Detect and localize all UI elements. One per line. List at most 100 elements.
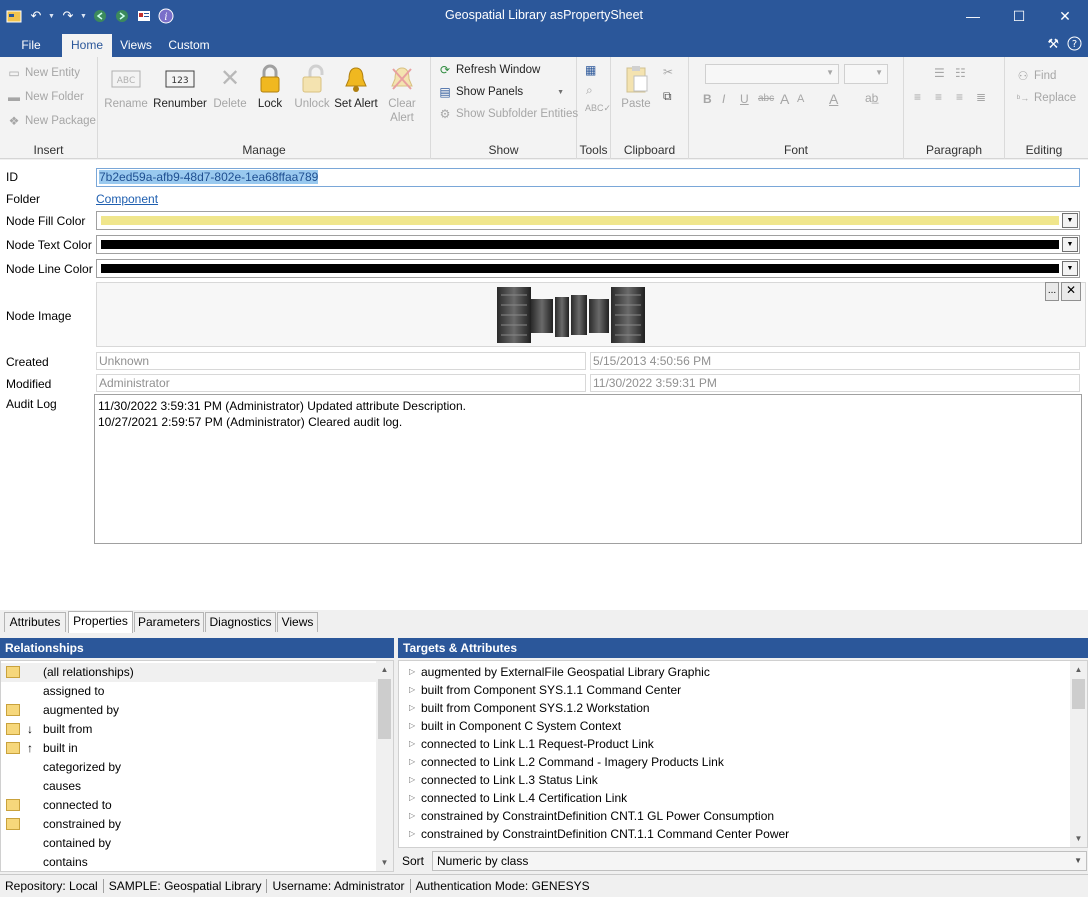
relationship-item[interactable]: connected to	[1, 796, 377, 815]
new-folder-button[interactable]: ▬ New Folder	[6, 86, 84, 108]
paste-button[interactable]: Paste	[613, 63, 659, 111]
shrink-font-button[interactable]: A	[797, 93, 804, 105]
image-clear-button[interactable]: ✕	[1061, 282, 1081, 301]
search-icon[interactable]: ⌕	[586, 83, 593, 98]
expand-icon[interactable]: ▷	[409, 663, 415, 681]
spellcheck-icon[interactable]: ABC✓	[585, 103, 611, 114]
expand-icon[interactable]: ▷	[409, 771, 415, 789]
tab-home[interactable]: Home	[62, 34, 112, 57]
replace-button[interactable]: ᵇ→ Replace	[1015, 87, 1076, 109]
align-center-icon[interactable]: ≡	[935, 90, 942, 104]
relationship-item[interactable]: assigned to	[1, 682, 377, 701]
relationships-scrollbar[interactable]: ▲ ▼	[376, 661, 393, 871]
undo-dropdown-icon[interactable]: ▼	[48, 13, 56, 20]
scroll-up-icon[interactable]: ▲	[376, 661, 393, 678]
expand-icon[interactable]: ▷	[409, 753, 415, 771]
expand-icon[interactable]: ▷	[409, 735, 415, 753]
maximize-button[interactable]: ☐	[996, 0, 1042, 32]
italic-button[interactable]: I	[722, 92, 725, 106]
scroll-down-icon[interactable]: ▼	[376, 854, 393, 871]
tab-attributes[interactable]: Attributes	[4, 612, 66, 632]
sort-dropdown[interactable]: Numeric by class ▼	[432, 851, 1087, 871]
expand-icon[interactable]: ▷	[409, 717, 415, 735]
relationship-item[interactable]: constrained by	[1, 815, 377, 834]
audit-log-textarea[interactable]: 11/30/2022 3:59:31 PM (Administrator) Up…	[94, 394, 1082, 544]
relationship-item[interactable]: augmented by	[1, 701, 377, 720]
chevron-down-icon[interactable]: ▼	[1062, 237, 1078, 252]
find-button[interactable]: ⚇ Find	[1015, 65, 1057, 87]
image-browse-button[interactable]: ...	[1045, 282, 1059, 301]
node-image-box[interactable]	[96, 282, 1086, 347]
justify-icon[interactable]: ≣	[976, 90, 986, 104]
tab-views[interactable]: Views	[277, 612, 318, 632]
set-alert-button[interactable]: Set Alert	[330, 63, 382, 111]
tab-properties[interactable]: Properties	[68, 611, 133, 633]
redo-dropdown-icon[interactable]: ▼	[80, 13, 88, 20]
help-circle-icon[interactable]: ?	[1067, 36, 1082, 54]
undo-icon[interactable]: ↶	[26, 6, 46, 26]
relationship-item[interactable]: contains	[1, 853, 377, 871]
tab-views[interactable]: Views	[114, 34, 158, 57]
back-icon[interactable]	[90, 6, 110, 26]
cut-icon[interactable]: ✂	[663, 65, 673, 79]
new-package-button[interactable]: ❖ New Package	[6, 110, 96, 132]
relationship-item[interactable]: (all relationships)	[1, 663, 377, 682]
node-fill-color-picker[interactable]: ▼	[96, 211, 1080, 230]
show-subfolder-entities-button[interactable]: ⚙ Show Subfolder Entities	[437, 103, 579, 125]
forward-icon[interactable]	[112, 6, 132, 26]
expand-icon[interactable]: ▷	[409, 699, 415, 717]
expand-icon[interactable]: ▷	[409, 681, 415, 699]
tab-diagnostics[interactable]: Diagnostics	[205, 612, 276, 632]
close-button[interactable]: ✕	[1042, 0, 1088, 32]
tab-parameters[interactable]: Parameters	[134, 612, 204, 632]
chevron-down-icon[interactable]: ▼	[1062, 213, 1078, 228]
scroll-thumb[interactable]	[378, 679, 391, 739]
app-icon[interactable]	[4, 6, 24, 26]
chevron-down-icon[interactable]: ▼	[1062, 261, 1078, 276]
font-color-button[interactable]: A	[829, 91, 838, 107]
id-field[interactable]: 7b2ed59a-afb9-48d7-802e-1ea68ffaa789	[96, 168, 1080, 187]
align-right-icon[interactable]: ≡	[956, 90, 963, 104]
relationship-item[interactable]: ↑ built in	[1, 739, 377, 758]
bold-button[interactable]: B	[703, 92, 712, 106]
highlight-icon[interactable]: ab̲	[865, 91, 878, 105]
relationship-item[interactable]: contained by	[1, 834, 377, 853]
grow-font-button[interactable]: A	[780, 91, 789, 107]
numbered-list-icon[interactable]: ☷	[955, 66, 966, 80]
target-item[interactable]: ▷ augmented by ExternalFile Geospatial Li…	[399, 663, 1071, 681]
font-size-dropdown[interactable]: ▼	[844, 64, 888, 84]
target-item[interactable]: ▷ connected to Link L.2 Command - Imagery…	[399, 753, 1071, 771]
scroll-thumb[interactable]	[1072, 679, 1085, 709]
rename-button[interactable]: ABC Rename	[100, 63, 152, 111]
targets-scrollbar[interactable]: ▲ ▼	[1070, 661, 1087, 847]
options-icon[interactable]: ⚒	[1047, 36, 1059, 54]
show-panels-button[interactable]: ▤ Show Panels ▼	[437, 81, 564, 103]
view-icon[interactable]	[134, 6, 154, 26]
minimize-button[interactable]: —	[950, 0, 996, 32]
relationship-item[interactable]: ↓ built from	[1, 720, 377, 739]
scroll-up-icon[interactable]: ▲	[1070, 661, 1087, 678]
node-text-color-picker[interactable]: ▼	[96, 235, 1080, 254]
target-item[interactable]: ▷ built from Component SYS.1.1 Command Ce…	[399, 681, 1071, 699]
new-entity-button[interactable]: ▭ New Entity	[6, 62, 80, 84]
target-item[interactable]: ▷ constrained by ConstraintDefinition CNT…	[399, 807, 1071, 825]
clear-alert-button[interactable]: Clear Alert	[376, 63, 428, 125]
target-item[interactable]: ▷ connected to Link L.4 Certification Lin…	[399, 789, 1071, 807]
renumber-button[interactable]: 123 Renumber	[152, 63, 208, 111]
copy-icon[interactable]: ⧉	[663, 89, 672, 104]
expand-icon[interactable]: ▷	[409, 825, 415, 843]
redo-icon[interactable]: ↷	[58, 6, 78, 26]
font-family-dropdown[interactable]: ▼	[705, 64, 839, 84]
tab-custom[interactable]: Custom	[162, 34, 216, 57]
expand-icon[interactable]: ▷	[409, 807, 415, 825]
folder-link[interactable]: Component	[96, 192, 158, 206]
relationship-item[interactable]: categorized by	[1, 758, 377, 777]
target-item[interactable]: ▷ built in Component C System Context	[399, 717, 1071, 735]
scroll-down-icon[interactable]: ▼	[1070, 830, 1087, 847]
target-item[interactable]: ▷ built from Component SYS.1.2 Workstatio…	[399, 699, 1071, 717]
target-item[interactable]: ▷ connected to Link L.3 Status Link	[399, 771, 1071, 789]
strikethrough-button[interactable]: abc	[758, 93, 774, 104]
target-item[interactable]: ▷ connected to Link L.1 Request-Product L…	[399, 735, 1071, 753]
expand-icon[interactable]: ▷	[409, 789, 415, 807]
relationship-item[interactable]: causes	[1, 777, 377, 796]
